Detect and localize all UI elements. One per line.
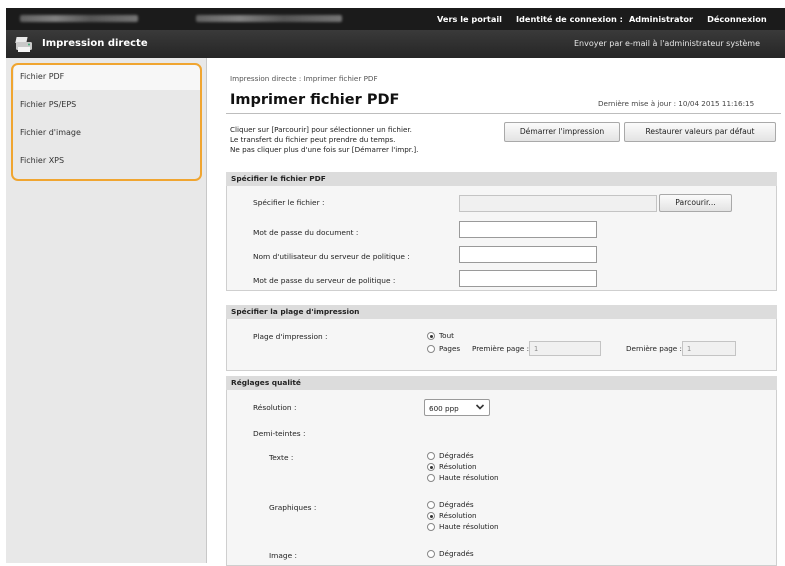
text-halftone-label: Texte : bbox=[269, 453, 294, 462]
printer-icon bbox=[15, 37, 32, 52]
doc-password-input[interactable] bbox=[459, 221, 597, 238]
app-title: Impression directe bbox=[42, 38, 148, 49]
login-label: Identité de connexion : bbox=[516, 14, 623, 24]
mail-admin-link[interactable]: Envoyer par e-mail à l'administrateur sy… bbox=[574, 39, 760, 48]
text-gradation-label: Dégradés bbox=[439, 451, 474, 460]
text-resolution-label: Résolution bbox=[439, 462, 477, 471]
last-page-input[interactable]: 1 bbox=[682, 341, 736, 356]
user-name: Administrator bbox=[628, 14, 694, 24]
doc-password-label: Mot de passe du document : bbox=[253, 228, 359, 237]
start-print-button[interactable]: Démarrer l'impression bbox=[504, 122, 620, 142]
sidebar-item-pdf[interactable]: Fichier PDF bbox=[14, 64, 200, 90]
graphics-high-resolution-radio[interactable] bbox=[427, 523, 435, 531]
breadcrumb: Impression directe : Imprimer fichier PD… bbox=[230, 74, 378, 83]
intro-line: Cliquer sur [Parcourir] pour sélectionne… bbox=[230, 125, 412, 134]
sidebar-item-xps[interactable]: Fichier XPS bbox=[14, 148, 200, 174]
graphics-gradation-label: Dégradés bbox=[439, 500, 474, 509]
logout-link[interactable]: Déconnexion bbox=[707, 14, 767, 24]
halftone-label: Demi-teintes : bbox=[253, 429, 306, 438]
browse-button[interactable]: Parcourir... bbox=[659, 194, 732, 212]
chevron-down-icon bbox=[475, 404, 485, 410]
main-content: Impression directe : Imprimer fichier PD… bbox=[222, 58, 785, 566]
restore-defaults-button[interactable]: Restaurer valeurs par défaut bbox=[624, 122, 776, 142]
policy-user-input[interactable] bbox=[459, 246, 597, 263]
last-page-label: Dernière page : bbox=[626, 344, 682, 353]
graphics-halftone-label: Graphiques : bbox=[269, 503, 317, 512]
intro-text: Cliquer sur [Parcourir] pour sélectionne… bbox=[230, 125, 418, 155]
sidebar-item-image[interactable]: Fichier d'image bbox=[14, 120, 200, 146]
policy-password-label: Mot de passe du serveur de politique : bbox=[253, 276, 396, 285]
text-resolution-radio[interactable] bbox=[427, 463, 435, 471]
last-update: Dernière mise à jour : 10/04 2015 11:16:… bbox=[598, 99, 755, 108]
range-label: Plage d'impression : bbox=[253, 332, 328, 341]
image-gradation-label: Dégradés bbox=[439, 549, 474, 558]
policy-password-input[interactable] bbox=[459, 270, 597, 287]
text-gradation-radio[interactable] bbox=[427, 452, 435, 460]
resolution-value: 600 ppp bbox=[429, 404, 459, 413]
image-halftone-label: Image : bbox=[269, 551, 297, 560]
sidebar-item-ps-eps[interactable]: Fichier PS/EPS bbox=[14, 92, 200, 118]
range-pages-radio[interactable] bbox=[427, 345, 435, 353]
last-page-value: 1 bbox=[687, 345, 692, 353]
first-page-input[interactable]: 1 bbox=[529, 341, 601, 356]
device-name-blurred bbox=[20, 15, 138, 22]
portal-link[interactable]: Vers le portail bbox=[437, 14, 502, 24]
quality-section bbox=[226, 376, 777, 566]
file-path-field bbox=[459, 195, 657, 212]
graphics-resolution-label: Résolution bbox=[439, 511, 477, 520]
intro-line: Ne pas cliquer plus d'une fois sur [Déma… bbox=[230, 145, 419, 154]
policy-user-label: Nom d'utilisateur du serveur de politiqu… bbox=[253, 252, 410, 261]
first-page-value: 1 bbox=[534, 345, 539, 353]
title-bar: Impression directe Envoyer par e-mail à … bbox=[6, 30, 785, 58]
graphics-gradation-radio[interactable] bbox=[427, 501, 435, 509]
page-title: Imprimer fichier PDF bbox=[230, 92, 400, 108]
text-high-resolution-radio[interactable] bbox=[427, 474, 435, 482]
graphics-resolution-radio[interactable] bbox=[427, 512, 435, 520]
range-section-header: Spécifier la plage d'impression bbox=[226, 305, 777, 319]
image-gradation-radio[interactable] bbox=[427, 550, 435, 558]
graphics-high-resolution-label: Haute résolution bbox=[439, 522, 499, 531]
resolution-label: Résolution : bbox=[253, 403, 297, 412]
top-bar: Vers le portail Identité de connexion : … bbox=[6, 8, 785, 30]
range-all-radio[interactable] bbox=[427, 332, 435, 340]
first-page-label: Première page : bbox=[472, 344, 530, 353]
file-section-header: Spécifier le fichier PDF bbox=[226, 172, 777, 186]
quality-section-header: Réglages qualité bbox=[226, 376, 777, 390]
range-pages-label: Pages bbox=[439, 344, 461, 353]
device-info-blurred bbox=[196, 15, 342, 22]
file-label: Spécifier le fichier : bbox=[253, 198, 325, 207]
resolution-select[interactable]: 600 ppp bbox=[424, 399, 490, 416]
intro-line: Le transfert du fichier peut prendre du … bbox=[230, 135, 396, 144]
range-all-label: Tout bbox=[439, 331, 454, 340]
divider bbox=[226, 113, 781, 114]
text-high-resolution-label: Haute résolution bbox=[439, 473, 499, 482]
